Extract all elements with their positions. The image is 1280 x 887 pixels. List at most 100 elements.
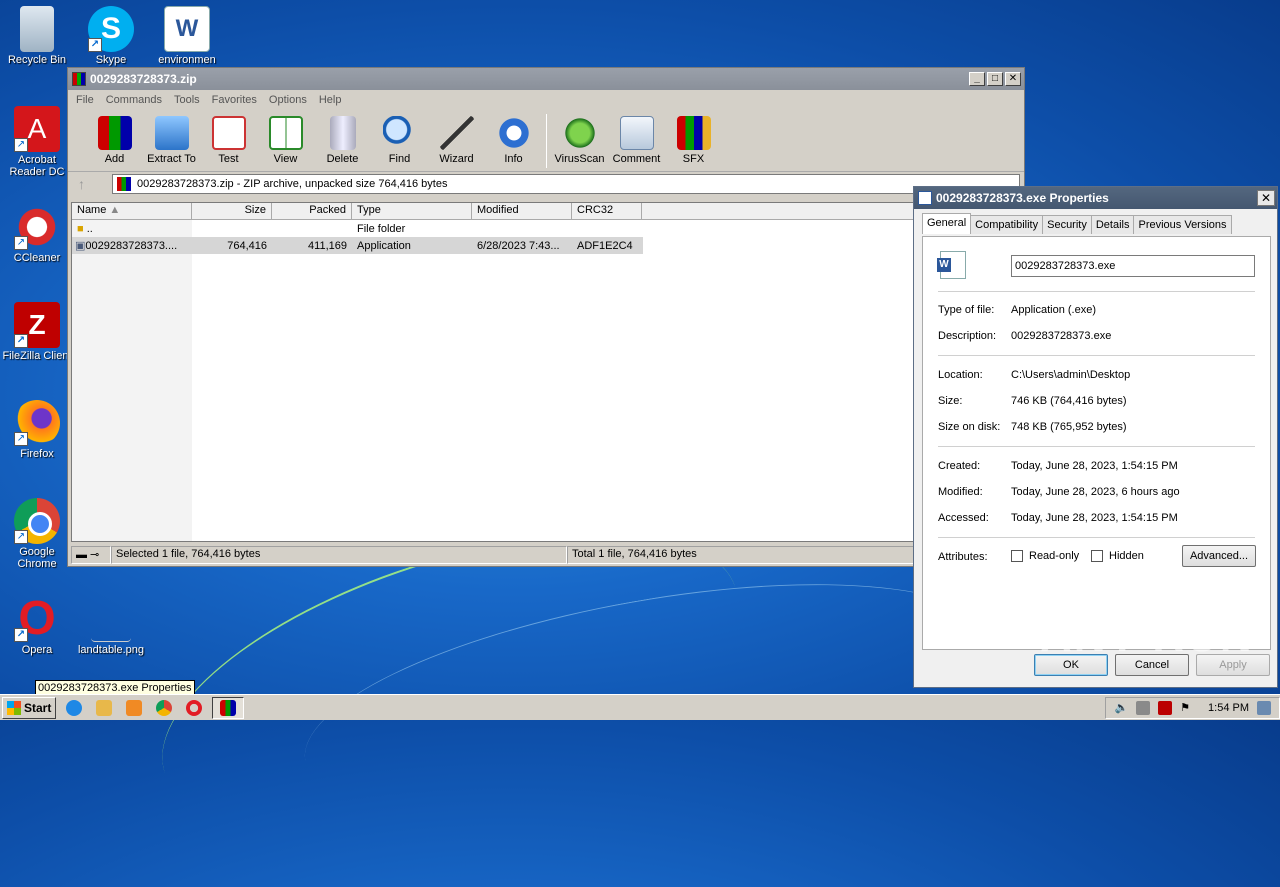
hidden-checkbox[interactable]: Hidden [1091, 550, 1144, 563]
close-icon[interactable]: ✕ [1257, 190, 1275, 206]
network-icon[interactable] [1136, 700, 1151, 715]
add-button[interactable]: Add [86, 110, 143, 165]
taskbar-explorer[interactable] [92, 697, 116, 719]
checkbox-icon [1011, 550, 1023, 563]
view-button[interactable]: View [257, 110, 314, 165]
desktop-icon-filezilla[interactable]: Z ↗ FileZilla Client [0, 302, 74, 362]
add-icon [97, 116, 132, 150]
ie-icon [66, 699, 83, 716]
security-icon[interactable] [1158, 700, 1173, 715]
desktop-icon-ccleaner[interactable]: ↗ CCleaner [0, 204, 74, 264]
col-name[interactable]: Name ▲ [72, 203, 192, 219]
created-value: Today, June 28, 2023, 1:54:15 PM [1011, 460, 1178, 472]
ccleaner-icon: ↗ [14, 204, 60, 250]
readonly-checkbox[interactable]: Read-only [1011, 550, 1079, 563]
file-list[interactable]: Name ▲ Size Packed Type Modified CRC32 ■… [71, 202, 1023, 542]
modified-label: Modified: [938, 486, 983, 498]
chrome-icon: ↗ [14, 498, 60, 544]
properties-titlebar[interactable]: 0029283728373.exe Properties ✕ [914, 187, 1277, 209]
drive-key-icon[interactable]: ▬ ⊸ [71, 546, 111, 564]
taskbar-ie[interactable] [62, 697, 86, 719]
wizard-button[interactable]: Wizard [428, 110, 485, 165]
folder-extract-icon [154, 116, 189, 150]
comment-icon [619, 116, 654, 150]
find-button[interactable]: Find [371, 110, 428, 165]
winrar-titlebar[interactable]: 0029283728373.zip _ □ ✕ [68, 68, 1024, 90]
start-button[interactable]: Start [2, 696, 57, 719]
virusscan-button[interactable]: VirusScan [551, 110, 608, 165]
col-size[interactable]: Size [192, 203, 272, 219]
advanced-button[interactable]: Advanced... [1182, 545, 1256, 567]
desktop-icon-chrome[interactable]: ↗ Google Chrome [0, 498, 74, 570]
tab-compatibility[interactable]: Compatibility [970, 215, 1044, 234]
trash-icon [329, 116, 356, 150]
skype-icon: S ↗ [88, 6, 134, 52]
menubar: File Commands Tools Favorites Options He… [68, 90, 1024, 110]
firefox-icon: ↗ [14, 400, 60, 446]
menu-help[interactable]: Help [313, 94, 348, 106]
up-arrow-icon[interactable]: ↑ [78, 176, 102, 192]
menu-options[interactable]: Options [263, 94, 313, 106]
extract-to-button[interactable]: Extract To [143, 110, 200, 165]
list-row-parent[interactable]: ■ .. File folder [72, 220, 1022, 237]
col-crc32[interactable]: CRC32 [572, 203, 642, 219]
taskbar: Start 🔈 ⚑ 1:54 PM [0, 694, 1280, 720]
filename-field[interactable] [1011, 255, 1255, 277]
col-type[interactable]: Type [352, 203, 472, 219]
taskbar-chrome[interactable] [152, 697, 176, 719]
tab-previous-versions[interactable]: Previous Versions [1133, 215, 1232, 234]
flag-icon[interactable]: ⚑ [1180, 701, 1190, 714]
properties-tabs: General Compatibility Security Details P… [922, 213, 1232, 234]
description-value: 0029283728373.exe [1011, 330, 1112, 342]
taskbar-winrar[interactable] [212, 696, 245, 719]
toolbar: Add Extract To Test View Delete Find Wiz… [68, 110, 1024, 172]
tab-details[interactable]: Details [1090, 215, 1135, 234]
menu-tools[interactable]: Tools [168, 94, 206, 106]
menu-file[interactable]: File [70, 94, 100, 106]
properties-title: 0029283728373.exe Properties [936, 191, 1109, 205]
desktop-icon-environment-doc[interactable]: W environmen [150, 6, 224, 66]
folder-icon: ■ [77, 222, 84, 235]
menu-commands[interactable]: Commands [100, 94, 168, 106]
desktop-icon-landtable[interactable]: landtable.png [74, 596, 148, 656]
desktop-icon-firefox[interactable]: ↗ Firefox [0, 400, 74, 460]
col-packed[interactable]: Packed [272, 203, 352, 219]
image-file-icon [91, 596, 131, 642]
desktop-icon-opera[interactable]: O ↗ Opera [0, 595, 74, 656]
sfx-books-icon [676, 116, 711, 150]
size-label: Size: [938, 395, 963, 407]
tab-security[interactable]: Security [1042, 215, 1092, 234]
desktop-icon-recycle-bin[interactable]: Recycle Bin [0, 6, 74, 66]
close-button[interactable]: ✕ [1005, 72, 1021, 86]
divider [938, 291, 1255, 292]
info-button[interactable]: Info [485, 110, 542, 165]
winrar-title: 0029283728373.zip [90, 72, 197, 86]
info-icon [496, 116, 531, 150]
comment-button[interactable]: Comment [608, 110, 665, 165]
size-value: 746 KB (764,416 bytes) [1011, 395, 1127, 407]
opera-icon [186, 699, 203, 716]
desktop-icon-acrobat[interactable]: A ↗ Acrobat Reader DC [0, 106, 74, 178]
delete-button[interactable]: Delete [314, 110, 371, 165]
minimize-button[interactable]: _ [969, 72, 985, 86]
clock[interactable]: 1:54 PM [1208, 702, 1249, 714]
address-field[interactable]: 0029283728373.zip - ZIP archive, unpacke… [112, 174, 1020, 194]
toolbar-separator [546, 114, 547, 168]
show-desktop-icon[interactable] [1257, 700, 1271, 715]
menu-favorites[interactable]: Favorites [206, 94, 263, 106]
size-on-disk-value: 748 KB (765,952 bytes) [1011, 421, 1127, 433]
desktop-icon-skype[interactable]: S ↗ Skype [74, 6, 148, 66]
taskbar-opera[interactable] [182, 697, 206, 719]
status-selected: Selected 1 file, 764,416 bytes [111, 546, 567, 564]
list-row-file[interactable]: ▣0029283728373.... 764,416 411,169 Appli… [72, 237, 643, 254]
sfx-button[interactable]: SFX [665, 110, 722, 165]
volume-icon[interactable]: 🔈 [1114, 701, 1128, 714]
filezilla-icon: Z ↗ [14, 302, 60, 348]
col-modified[interactable]: Modified [472, 203, 572, 219]
maximize-button[interactable]: □ [987, 72, 1003, 86]
tab-general[interactable]: General [922, 213, 972, 234]
accessed-label: Accessed: [938, 512, 989, 524]
taskbar-media[interactable] [122, 697, 146, 719]
description-label: Description: [938, 330, 997, 342]
test-button[interactable]: Test [200, 110, 257, 165]
